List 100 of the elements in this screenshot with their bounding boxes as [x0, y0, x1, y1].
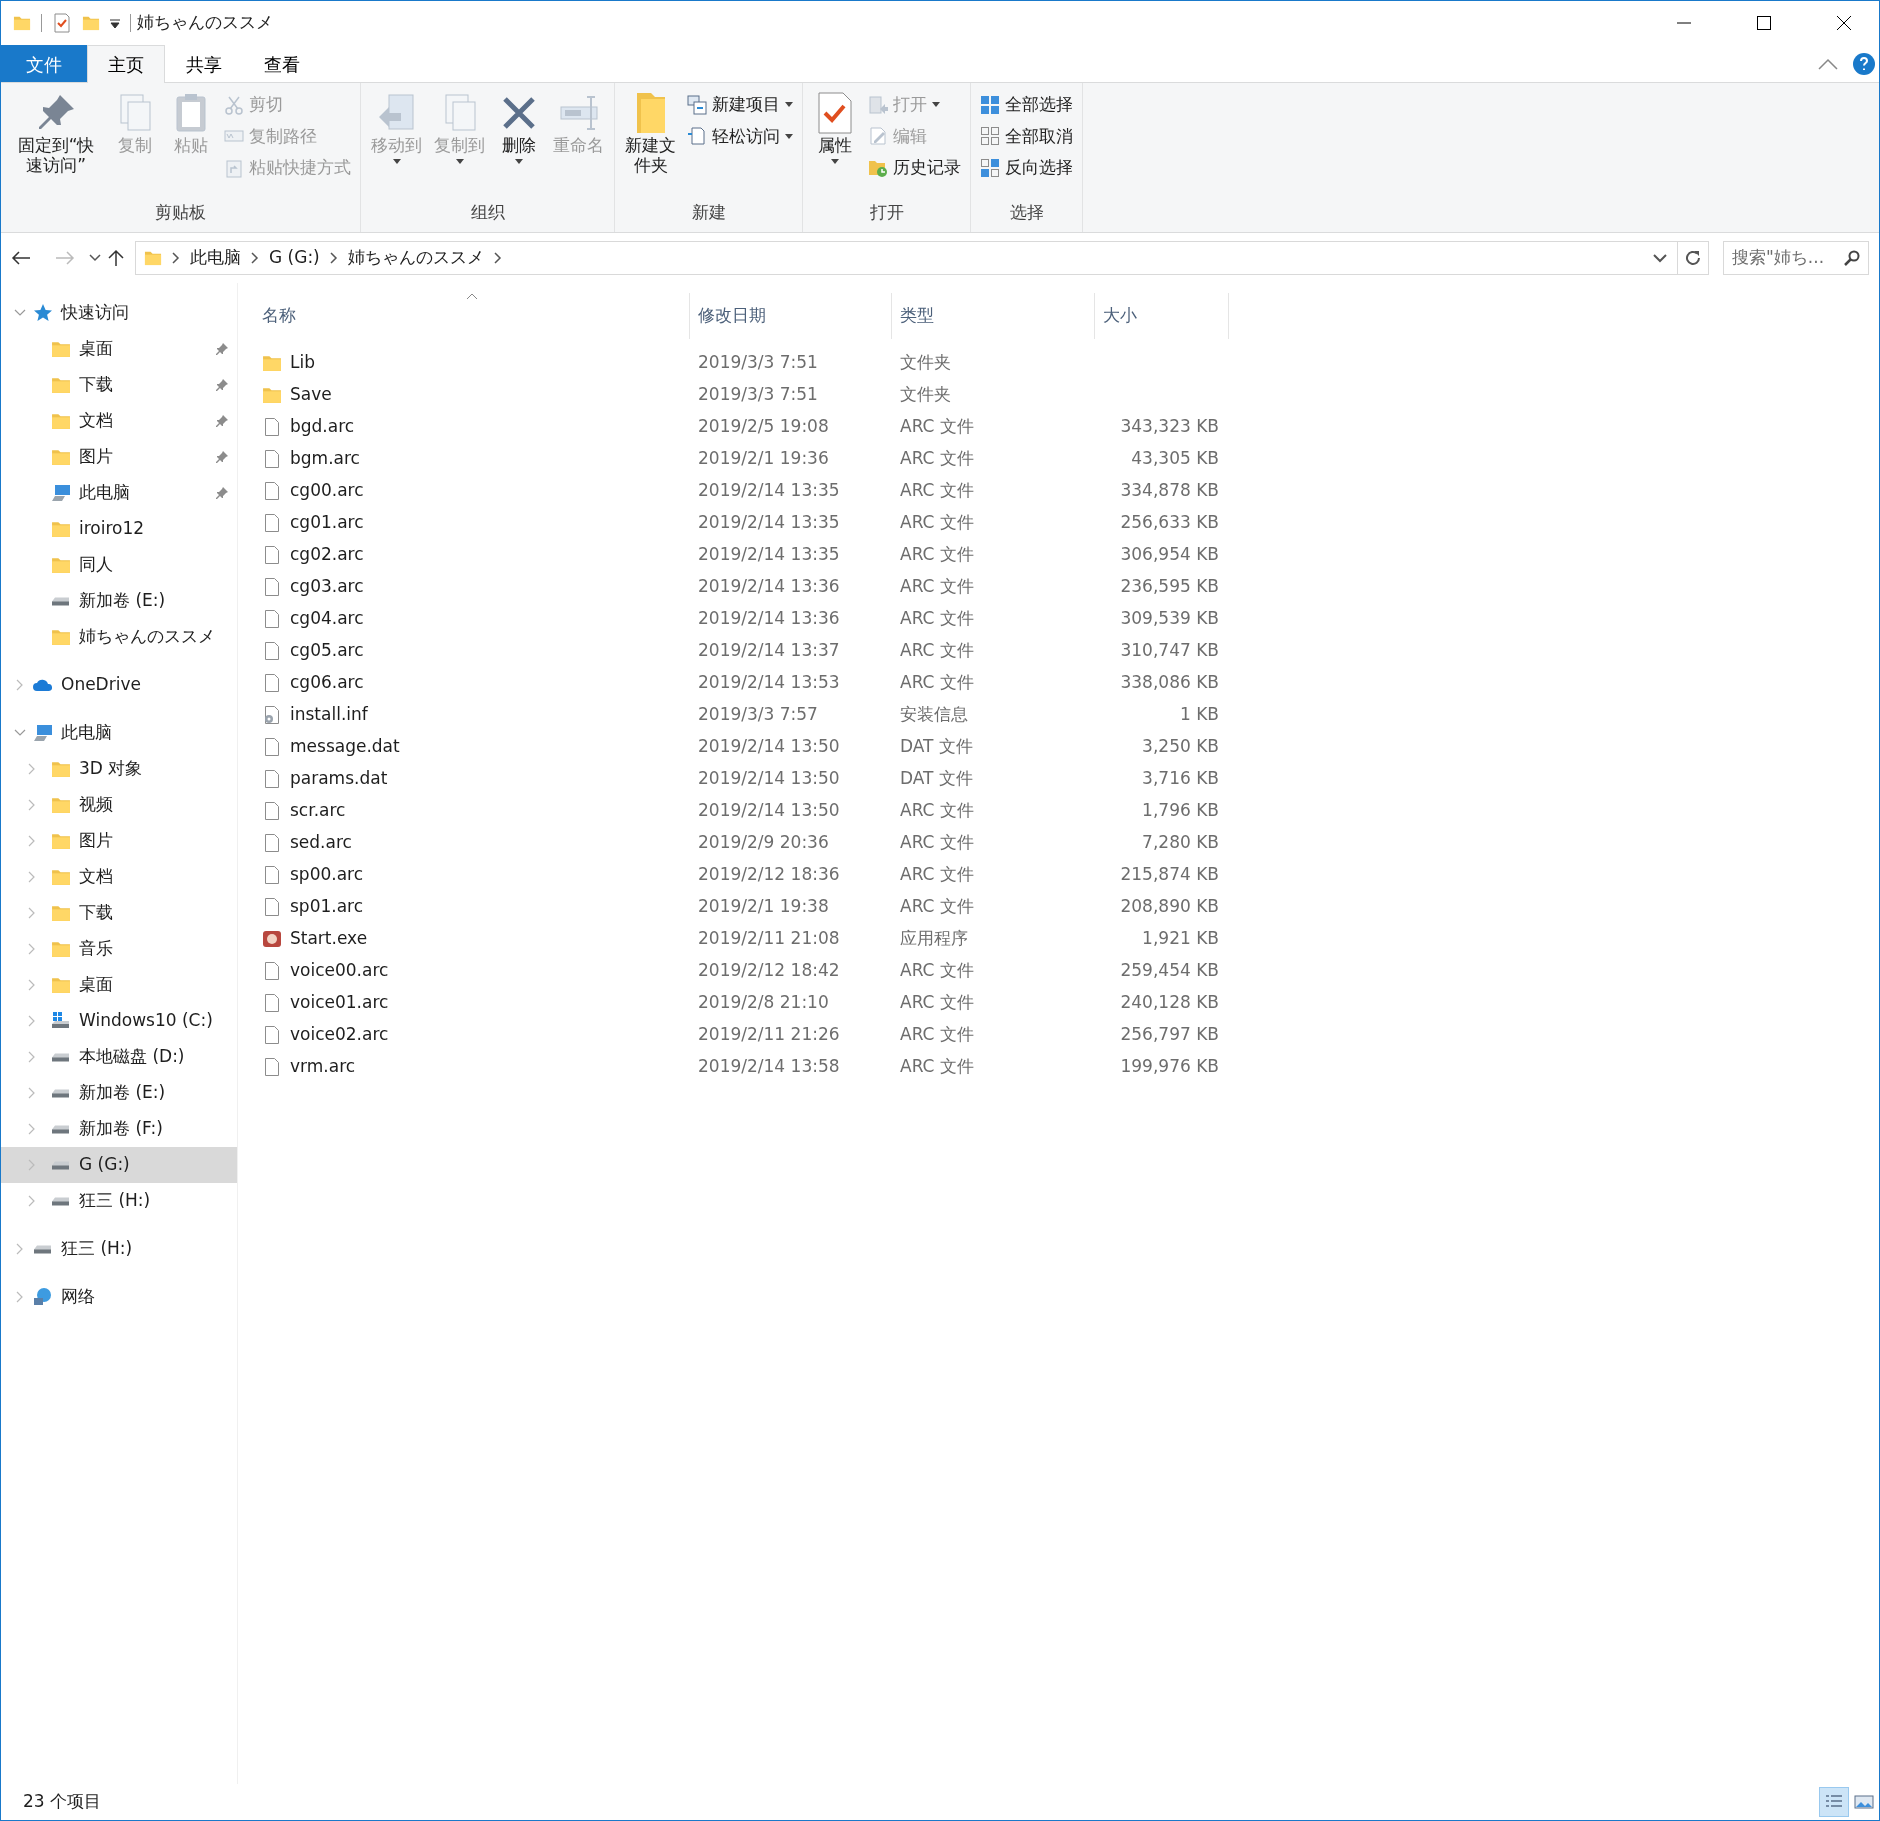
nav-item[interactable]: 新加卷 (E:) — [1, 1075, 237, 1111]
ribbon-tab[interactable]: 文件 — [1, 45, 87, 82]
nav-item[interactable]: 狂三 (H:) — [1, 1183, 237, 1219]
nav-item[interactable]: G (G:) — [1, 1147, 237, 1183]
ribbon-button[interactable]: 全部取消 — [977, 122, 1077, 150]
file-name[interactable]: sp01.arc — [290, 894, 364, 920]
file-name[interactable]: sp00.arc — [290, 862, 364, 888]
breadcrumb[interactable]: G (G:) — [269, 245, 320, 271]
ribbon-button[interactable]: 删除 — [493, 89, 546, 200]
chevron-right-icon[interactable] — [493, 252, 502, 264]
file-name[interactable]: sed.arc — [290, 830, 352, 856]
nav-item[interactable]: 新加卷 (F:) — [1, 1111, 237, 1147]
nav-item[interactable]: 下载 — [1, 367, 237, 403]
file-name[interactable]: voice02.arc — [290, 1022, 389, 1048]
file-name[interactable]: voice00.arc — [290, 958, 389, 984]
drive-icon — [51, 1124, 71, 1134]
view-button[interactable] — [1819, 1787, 1849, 1817]
thumbnail-view-icon[interactable] — [1854, 1793, 1874, 1811]
nav-item[interactable]: OneDrive — [1, 667, 237, 703]
nav-item[interactable]: 图片 — [1, 823, 237, 859]
chevron-right-icon[interactable] — [172, 252, 180, 264]
column-header[interactable]: 大小 — [1095, 293, 1229, 339]
nav-item[interactable]: 新加卷 (E:) — [1, 583, 237, 619]
nav-item[interactable]: 快速访问 — [1, 295, 237, 331]
file-name[interactable]: cg03.arc — [290, 574, 364, 600]
column-header[interactable]: 名称 — [254, 293, 690, 339]
ribbon-button[interactable]: 轻松访问 — [684, 122, 797, 150]
file-name[interactable]: Save — [290, 382, 332, 408]
ribbon-tab[interactable]: 共享 — [165, 45, 243, 82]
nav-item[interactable]: 姉ちゃんのススメ — [1, 619, 237, 655]
file-name[interactable]: Lib — [290, 350, 315, 376]
file-name[interactable]: vrm.arc — [290, 1054, 356, 1080]
breadcrumb[interactable]: 姉ちゃんのススメ — [347, 245, 484, 271]
file-name[interactable]: cg01.arc — [290, 510, 364, 536]
nav-item[interactable]: 此电脑 — [1, 715, 237, 751]
maximize-icon[interactable] — [1756, 15, 1772, 31]
nav-item[interactable]: 下载 — [1, 895, 237, 931]
select-all-icon[interactable] — [980, 94, 1001, 115]
file-name[interactable]: params.dat — [290, 766, 388, 792]
invert-selection-icon[interactable] — [980, 157, 1001, 178]
ribbon-button[interactable]: 反向选择 — [977, 154, 1077, 182]
file-name[interactable]: scr.arc — [290, 798, 346, 824]
file-name[interactable]: cg05.arc — [290, 638, 364, 664]
nav-item[interactable]: iroiro12 — [1, 511, 237, 547]
nav-item[interactable]: Windows10 (C:) — [1, 1003, 237, 1039]
file-size: 306,954 KB — [1120, 544, 1219, 565]
file-name[interactable]: cg06.arc — [290, 670, 364, 696]
nav-item[interactable]: 图片 — [1, 439, 237, 475]
dropdown-icon[interactable] — [110, 18, 120, 28]
checklist-icon[interactable] — [52, 13, 72, 33]
forward-icon[interactable] — [55, 250, 75, 266]
new-item-icon[interactable] — [687, 94, 708, 115]
nav-item[interactable]: 同人 — [1, 547, 237, 583]
help-icon[interactable] — [1853, 52, 1875, 75]
file-name[interactable]: bgm.arc — [290, 446, 360, 472]
column-header[interactable]: 类型 — [892, 293, 1095, 339]
up-icon[interactable] — [107, 249, 125, 267]
recent-icon[interactable] — [89, 254, 101, 262]
back-icon[interactable] — [11, 250, 31, 266]
breadcrumb[interactable]: 此电脑 — [190, 245, 241, 271]
file-name[interactable]: cg00.arc — [290, 478, 364, 504]
nav-item[interactable]: 3D 对象 — [1, 751, 237, 787]
ribbon-button[interactable]: 新建项目 — [684, 91, 797, 119]
nav-item[interactable]: 本地磁盘 (D:) — [1, 1039, 237, 1075]
ribbon-tab[interactable]: 查看 — [243, 45, 321, 82]
ribbon-button[interactable]: 固定到“快速访问” — [7, 89, 106, 200]
nav-item[interactable]: 文档 — [1, 403, 237, 439]
file-name[interactable]: voice01.arc — [290, 990, 389, 1016]
nav-item[interactable]: 视频 — [1, 787, 237, 823]
column-header[interactable]: 修改日期 — [690, 293, 892, 339]
nav-item[interactable]: 此电脑 — [1, 475, 237, 511]
file-name[interactable]: Start.exe — [290, 926, 368, 952]
file-name[interactable]: cg04.arc — [290, 606, 364, 632]
nav-item[interactable]: 音乐 — [1, 931, 237, 967]
select-none-icon[interactable] — [980, 126, 1001, 147]
ribbon-button[interactable]: 历史记录 — [865, 154, 965, 182]
document-icon[interactable] — [687, 126, 708, 147]
ribbon-button[interactable]: 属性 — [809, 89, 862, 200]
file-name[interactable]: cg02.arc — [290, 542, 364, 568]
nav-item[interactable]: 桌面 — [1, 967, 237, 1003]
chevron-right-icon[interactable] — [329, 252, 338, 264]
chevron-right-icon[interactable] — [251, 252, 259, 264]
file-name[interactable]: bgd.arc — [290, 414, 355, 440]
nav-item[interactable]: 文档 — [1, 859, 237, 895]
nav-item[interactable]: 狂三 (H:) — [1, 1231, 237, 1267]
nav-item[interactable]: 桌面 — [1, 331, 237, 367]
ribbon-button[interactable]: 全部选择 — [977, 91, 1077, 119]
file-size: 338,086 KB — [1120, 672, 1219, 693]
close-icon[interactable] — [1836, 15, 1852, 31]
search-field[interactable]: 搜索"姉ち... — [1723, 241, 1869, 275]
chevron-up-icon[interactable] — [1817, 56, 1839, 71]
refresh-icon[interactable] — [1684, 249, 1702, 267]
nav-item[interactable]: 网络 — [1, 1279, 237, 1315]
file-name[interactable]: install.inf — [290, 702, 368, 728]
folder-icon[interactable] — [82, 14, 100, 32]
file-name[interactable]: message.dat — [290, 734, 400, 760]
file-size: 236,595 KB — [1120, 576, 1219, 597]
ribbon-button[interactable]: 新建文件夹 — [621, 89, 681, 200]
chevron-down-icon[interactable] — [1653, 253, 1667, 263]
ribbon-tab[interactable]: 主页 — [87, 45, 165, 83]
